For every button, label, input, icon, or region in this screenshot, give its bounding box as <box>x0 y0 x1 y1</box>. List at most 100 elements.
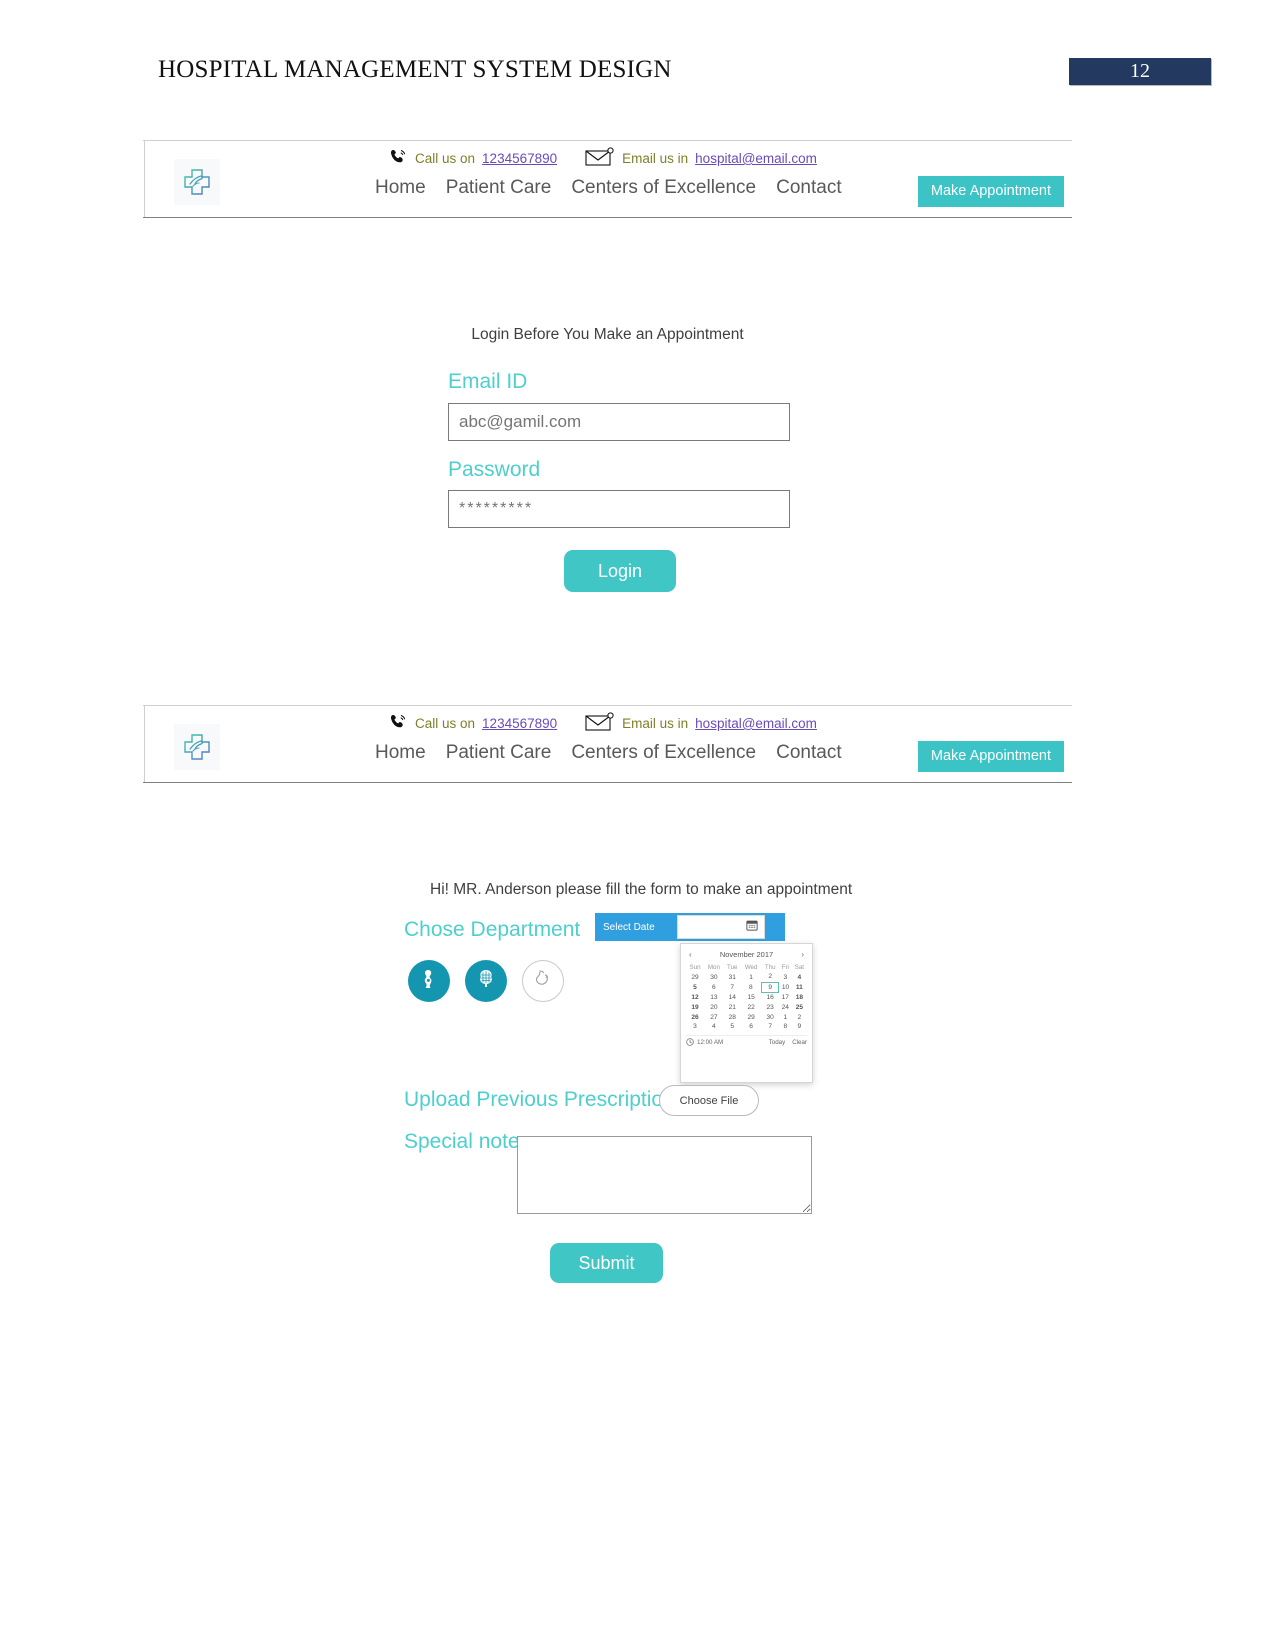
calendar-day-cell[interactable]: 1 <box>741 972 762 982</box>
email-label-2: Email us in <box>622 716 689 731</box>
phone-icon-2 <box>388 712 408 735</box>
choose-file-button[interactable]: Choose File <box>659 1085 759 1116</box>
calendar-day-cell[interactable]: 8 <box>779 1022 792 1032</box>
calendar-weekday: Tue <box>727 964 738 971</box>
calendar-day-cell[interactable]: 28 <box>724 1012 741 1022</box>
calendar-weekday-row: Sun Mon Tue Wed Thu Fri Sat <box>686 963 807 972</box>
calendar-weekday: Thu <box>764 964 776 971</box>
calendar-day-cell[interactable]: 9 <box>760 981 780 994</box>
calendar-day-cell[interactable]: 5 <box>724 1022 741 1032</box>
nav-item-contact[interactable]: Contact <box>776 177 841 199</box>
calendar-day-cell[interactable]: 20 <box>704 1003 724 1013</box>
calendar-day-cell[interactable]: 11 <box>792 982 807 993</box>
calendar-day-cell[interactable]: 25 <box>792 1003 807 1013</box>
calendar-body: 29 30 31 1 2 3 4 5 6 7 8 9 10 11 12 13 14 15 16 17 18 19 20 21 2… <box>686 972 807 1032</box>
phone-number-link-2[interactable]: 1234567890 <box>482 716 557 731</box>
nav-item-centers-of-excellence[interactable]: Centers of Excellence <box>571 177 756 199</box>
chevron-right-icon[interactable]: › <box>801 950 804 959</box>
make-appointment-button-2[interactable]: Make Appointment <box>917 741 1064 772</box>
greeting-text: Hi! MR. Anderson please fill the form to… <box>430 881 853 898</box>
calendar-day-cell[interactable]: 29 <box>686 972 704 982</box>
calendar-day-cell[interactable]: 26 <box>686 1012 704 1022</box>
calendar-day-cell[interactable]: 7 <box>724 982 741 993</box>
header-left-rule <box>144 141 145 217</box>
calendar-popup[interactable]: ‹ November 2017 › Sun Mon Tue Wed Thu Fri Sat … <box>680 943 813 1083</box>
calendar-day-cell[interactable]: 15 <box>741 993 762 1003</box>
calendar-day-cell[interactable]: 7 <box>761 1022 778 1032</box>
calendar-day-cell[interactable]: 30 <box>761 1012 778 1022</box>
department-option-orthopedics[interactable] <box>408 960 450 1002</box>
appointment-screen-mockup: Call us on 1234567890 Email us in hospit… <box>143 705 1072 1303</box>
calendar-day-cell[interactable]: 17 <box>779 993 792 1003</box>
calendar-day-cell[interactable]: 1 <box>779 1012 792 1022</box>
chevron-left-icon[interactable]: ‹ <box>689 950 692 959</box>
date-input[interactable] <box>677 915 765 939</box>
special-note-textarea[interactable] <box>517 1136 812 1214</box>
nav-item-patient-care[interactable]: Patient Care <box>446 177 552 199</box>
make-appointment-button[interactable]: Make Appointment <box>917 176 1064 207</box>
calendar-day-cell[interactable]: 5 <box>686 982 704 993</box>
calendar-day-cell[interactable]: 2 <box>792 1012 807 1022</box>
calendar-day-cell[interactable]: 19 <box>686 1003 704 1013</box>
calendar-day-cell[interactable]: 21 <box>724 1003 741 1013</box>
phone-number-link[interactable]: 1234567890 <box>482 151 557 166</box>
calendar-day-cell[interactable]: 10 <box>779 982 792 993</box>
phone-label: Call us on <box>415 151 476 166</box>
medical-cross-hand-logo-2[interactable] <box>174 724 220 770</box>
calendar-weekday: Sun <box>689 964 701 971</box>
nav-item-contact-2[interactable]: Contact <box>776 742 841 764</box>
calendar-day-cell[interactable]: 12 <box>686 993 704 1003</box>
calendar-day-cell[interactable]: 14 <box>724 993 741 1003</box>
department-option-gastroenterology[interactable] <box>522 960 564 1002</box>
contact-info-bar-2: Call us on 1234567890 Email us in hospit… <box>388 712 817 735</box>
submit-button[interactable]: Submit <box>550 1243 663 1283</box>
main-nav-2: Home Patient Care Centers of Excellence … <box>375 742 842 764</box>
calendar-footer-links: Today Clear <box>769 1039 807 1046</box>
calendar-day-cell[interactable]: 8 <box>741 982 762 993</box>
stomach-icon <box>531 967 555 996</box>
calendar-day-cell[interactable]: 23 <box>761 1003 778 1013</box>
calendar-weekday: Sat <box>794 964 805 971</box>
calendar-day-cell[interactable]: 13 <box>704 993 724 1003</box>
calendar-day-cell[interactable]: 31 <box>724 972 741 982</box>
select-date-label: Select Date <box>603 921 655 933</box>
login-button[interactable]: Login <box>564 550 676 592</box>
calendar-day-cell[interactable]: 24 <box>779 1003 792 1013</box>
calendar-day-cell[interactable]: 27 <box>704 1012 724 1022</box>
calendar-today-link[interactable]: Today <box>769 1039 786 1046</box>
email-address-link-2[interactable]: hospital@email.com <box>695 716 817 731</box>
select-date-control[interactable]: Select Date <box>595 913 785 941</box>
calendar-day-cell[interactable]: 18 <box>792 993 807 1003</box>
appointment-form-panel: Hi! MR. Anderson please fill the form to… <box>143 783 1072 1303</box>
calendar-day-cell[interactable]: 22 <box>741 1003 762 1013</box>
calendar-week-row: 3456789 <box>686 1022 807 1032</box>
calendar-day-cell[interactable]: 3 <box>686 1022 704 1032</box>
calendar-day-cell[interactable]: 30 <box>704 972 724 982</box>
knee-joint-icon <box>417 967 441 996</box>
calendar-week-row: 29 30 31 1 2 3 4 <box>686 972 807 982</box>
nav-item-patient-care-2[interactable]: Patient Care <box>446 742 552 764</box>
nav-item-centers-of-excellence-2[interactable]: Centers of Excellence <box>571 742 756 764</box>
calendar-day-cell[interactable]: 4 <box>704 1022 724 1032</box>
calendar-day-cell[interactable]: 29 <box>741 1012 762 1022</box>
nav-item-home-2[interactable]: Home <box>375 742 426 764</box>
email-address-link[interactable]: hospital@email.com <box>695 151 817 166</box>
choose-department-label: Chose Department <box>404 918 581 941</box>
calendar-day-cell[interactable]: 4 <box>792 972 807 982</box>
calendar-clear-link[interactable]: Clear <box>792 1039 807 1046</box>
calendar-day-cell[interactable]: 6 <box>741 1022 762 1032</box>
password-input[interactable] <box>448 490 790 528</box>
department-option-neurology[interactable] <box>465 960 507 1002</box>
calendar-week-row: 5 6 7 8 9 10 11 <box>686 981 807 994</box>
calendar-day-cell[interactable]: 16 <box>761 993 778 1003</box>
medical-cross-hand-logo[interactable] <box>174 159 220 205</box>
calendar-time[interactable]: 12:00 AM <box>686 1037 723 1048</box>
envelope-icon <box>585 147 615 170</box>
email-input[interactable] <box>448 403 790 441</box>
password-field-label: Password <box>448 458 541 481</box>
calendar-day-cell[interactable]: 6 <box>704 982 724 993</box>
nav-item-home[interactable]: Home <box>375 177 426 199</box>
calendar-day-cell[interactable]: 3 <box>779 972 792 982</box>
calendar-day-cell[interactable]: 9 <box>792 1022 807 1032</box>
calendar-day-cell[interactable]: 2 <box>761 972 778 982</box>
